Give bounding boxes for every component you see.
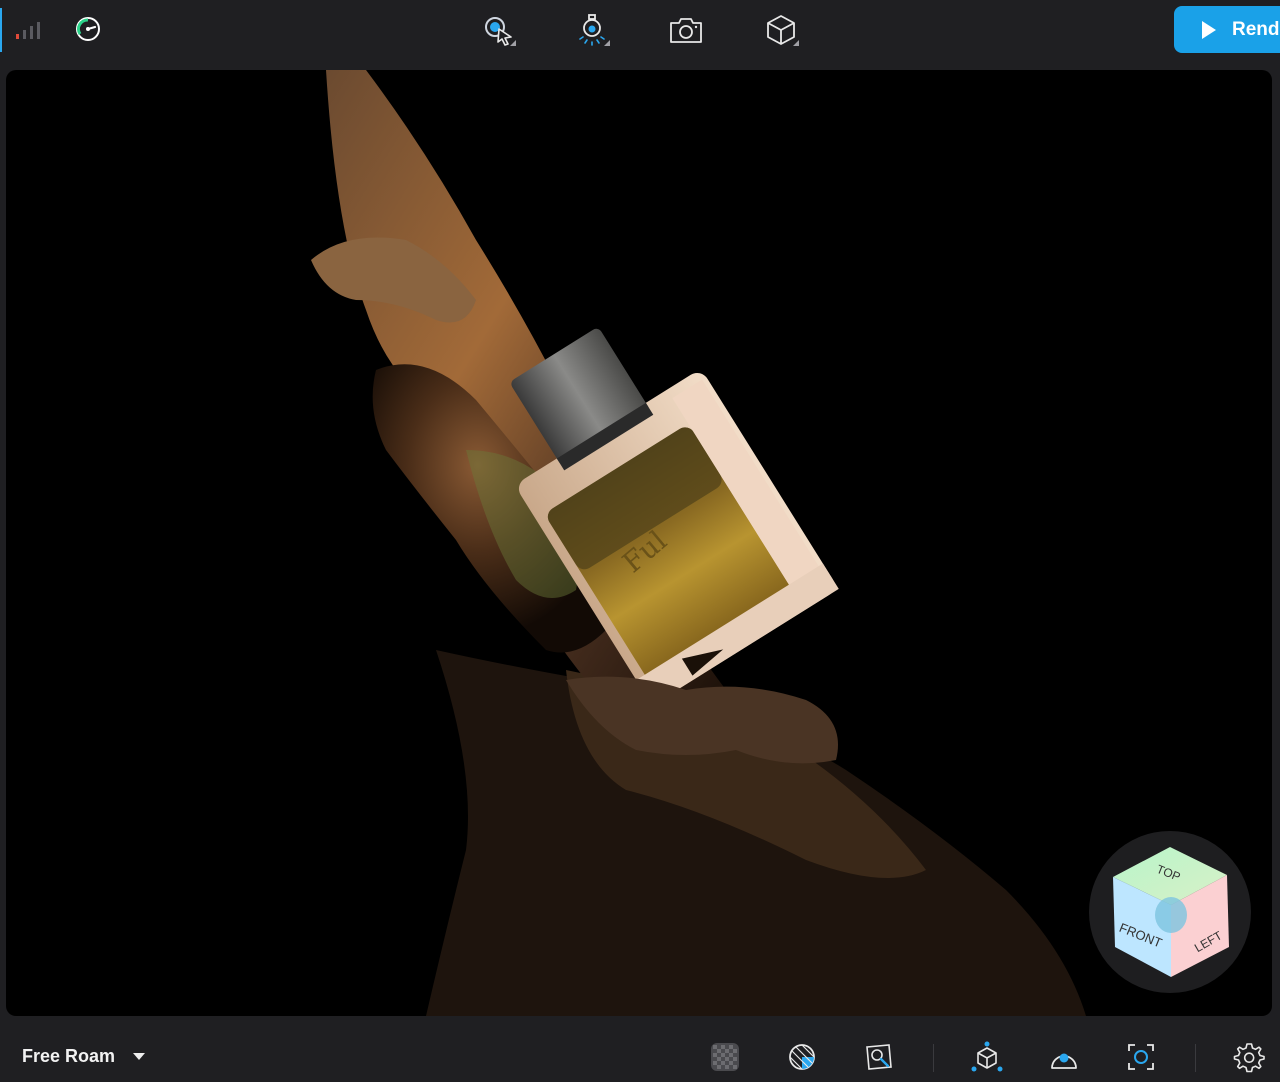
render-button[interactable]: Rend xyxy=(1174,6,1280,53)
pivot-axis-icon xyxy=(971,1041,1003,1072)
top-toolbar: Rend xyxy=(0,0,1280,60)
gear-icon xyxy=(1233,1043,1265,1073)
object-tool-button[interactable] xyxy=(759,8,803,52)
3d-viewport[interactable]: Ful TOP FRONT LEFT xyxy=(6,70,1272,1016)
focus-pick-icon xyxy=(866,1044,892,1070)
render-button-label: Rend xyxy=(1232,18,1280,40)
toolbar-divider xyxy=(1195,1044,1196,1072)
camera-tool-button[interactable] xyxy=(664,8,708,52)
light-tool-button[interactable] xyxy=(570,8,614,52)
select-tool-button[interactable] xyxy=(476,8,520,52)
toolbar-divider xyxy=(933,1044,934,1072)
focus-pick-button[interactable] xyxy=(862,1040,896,1074)
signal-strength-icon xyxy=(16,22,40,39)
camera-icon xyxy=(670,18,702,43)
view-cube-icon: TOP FRONT LEFT xyxy=(1113,847,1229,977)
target-dome-icon xyxy=(1051,1053,1077,1069)
material-sphere-icon xyxy=(789,1044,815,1070)
material-toggle-button[interactable] xyxy=(785,1040,819,1074)
transparency-toggle-button[interactable] xyxy=(708,1040,742,1074)
performance-gauge-icon[interactable] xyxy=(74,15,102,43)
frame-view-button[interactable] xyxy=(1124,1040,1158,1074)
bottom-toolbar: Free Roam xyxy=(0,1032,1280,1082)
submenu-indicator xyxy=(604,40,610,46)
scene-render: Ful xyxy=(311,70,1086,1016)
camera-mode-label: Free Roam xyxy=(22,1046,116,1066)
orbit-target-button[interactable] xyxy=(1047,1040,1081,1074)
frame-focus-icon xyxy=(1128,1044,1154,1070)
submenu-indicator xyxy=(793,40,799,46)
active-indicator xyxy=(0,8,2,52)
settings-button[interactable] xyxy=(1232,1040,1266,1074)
checkerboard-icon xyxy=(711,1043,739,1071)
pivot-tool-button[interactable] xyxy=(970,1040,1004,1074)
navigation-cube[interactable]: TOP FRONT LEFT xyxy=(1089,831,1251,993)
chevron-down-icon xyxy=(133,1053,146,1060)
play-icon xyxy=(1202,20,1216,39)
camera-mode-dropdown[interactable]: Free Roam xyxy=(22,1046,146,1067)
submenu-indicator xyxy=(510,40,516,46)
